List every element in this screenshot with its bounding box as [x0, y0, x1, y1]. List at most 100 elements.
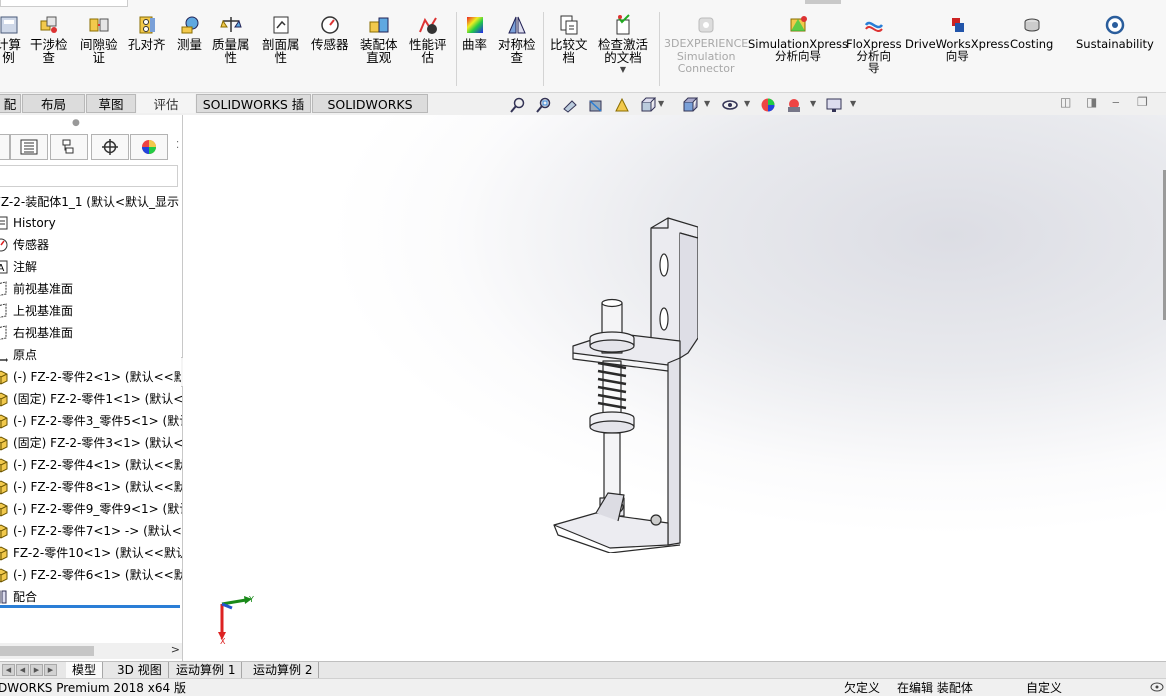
measure-button[interactable]: 测量: [177, 14, 202, 51]
tree-filter-input[interactable]: [0, 165, 178, 187]
curvature-button[interactable]: 曲率: [462, 14, 487, 51]
tree-item[interactable]: FZ-2-零件10<1> (默认<<默认: [0, 542, 182, 564]
assembly-root-node[interactable]: FZ-2-装配体1_1 (默认<默认_显示: [0, 193, 179, 210]
mass-properties-button[interactable]: 质量属 性: [212, 14, 250, 64]
zoom-to-area-icon[interactable]: [536, 97, 552, 113]
rebuild-status-icon[interactable]: [1150, 681, 1164, 693]
costing-button[interactable]: Costing: [1010, 14, 1053, 50]
tree-item[interactable]: (-) FZ-2-零件9_零件9<1> (默认: [0, 498, 182, 520]
check-active-doc-icon: [616, 14, 630, 35]
minimize-icon[interactable]: ‒: [1112, 95, 1120, 109]
zoom-to-fit-icon[interactable]: [510, 97, 526, 113]
tab-motion-study-1[interactable]: 运动算例 1: [170, 662, 243, 678]
definition-status: 欠定义: [844, 681, 881, 695]
tree-item[interactable]: 传感器: [0, 234, 49, 256]
tab-dimxpert-manager[interactable]: [91, 134, 129, 160]
previous-view-icon[interactable]: [562, 97, 578, 113]
prev-tab-icon[interactable]: ◀: [16, 664, 29, 676]
floxpress-icon: [864, 21, 883, 32]
next-tab-icon[interactable]: ▶: [30, 664, 43, 676]
tree-item-label: (-) FZ-2-零件4<1> (默认<<默: [13, 458, 183, 472]
view-settings-dropdown-icon[interactable]: ▼: [850, 99, 856, 108]
tree-item-label: 上视基准面: [13, 304, 74, 318]
check-active-doc-button[interactable]: 检查激活 的文档 ▼: [598, 14, 648, 74]
tree-item[interactable]: (-) FZ-2-零件8<1> (默认<<默: [0, 476, 182, 498]
interference-check-button[interactable]: 干涉检 查: [30, 14, 68, 64]
tab-sketch[interactable]: 草图: [86, 94, 136, 113]
tab-solidworks-mbd[interactable]: SOLIDWORKS MBD: [312, 94, 428, 131]
units-selector[interactable]: 自定义: [1026, 681, 1062, 696]
tab-feature-manager[interactable]: [0, 134, 10, 160]
tab-model[interactable]: 模型: [66, 662, 104, 678]
tab-solidworks-addins[interactable]: SOLIDWORKS 插件: [196, 94, 311, 131]
tree-item[interactable]: 右视基准面: [0, 322, 73, 344]
driveworksxpress-button[interactable]: DriveWorksXpress 向导: [905, 14, 1009, 62]
dynamic-annotation-icon[interactable]: [614, 97, 630, 113]
scroll-right-icon[interactable]: >: [171, 643, 180, 656]
tree-item[interactable]: (-) FZ-2-零件6<1> (默认<<默: [0, 564, 182, 586]
tree-item[interactable]: History: [0, 212, 56, 234]
view-orientation-icon[interactable]: [640, 97, 656, 113]
scrollbar-thumb[interactable]: [0, 646, 94, 656]
apply-scene-dropdown-icon[interactable]: ▼: [810, 99, 816, 108]
tab-configuration-manager[interactable]: [50, 134, 88, 160]
sensor-button[interactable]: 传感器: [311, 14, 349, 51]
compare-documents-button[interactable]: 比较文 档: [550, 14, 588, 64]
section-properties-button[interactable]: 剖面属 性: [262, 14, 300, 64]
reference-triad[interactable]: X Y: [216, 594, 256, 644]
tree-item[interactable]: (固定) FZ-2-零件1<1> (默认<<: [0, 388, 182, 410]
hide-show-dropdown-icon[interactable]: ▼: [744, 99, 750, 108]
performance-eval-button[interactable]: 性能评 估: [409, 14, 447, 64]
tree-item[interactable]: 前视基准面: [0, 278, 73, 300]
rollback-bar[interactable]: [0, 605, 180, 608]
3dx-connector-button[interactable]: 3DEXPERIENCE Simulation Connector: [664, 14, 748, 76]
apply-scene-icon[interactable]: [786, 97, 802, 113]
performance-eval-label: 性能评 估: [409, 37, 447, 65]
tree-item[interactable]: (固定) FZ-2-零件3<1> (默认<<: [0, 432, 182, 454]
clearance-verify-button[interactable]: 间隙验 证: [80, 14, 118, 64]
view-orientation-dropdown-icon[interactable]: ▼: [658, 99, 664, 108]
tree-item[interactable]: (-) FZ-2-零件7<1> -> (默认<: [0, 520, 182, 542]
simulationxpress-button[interactable]: SimulationXpress 分析向导: [748, 14, 848, 62]
curvature-label: 曲率: [462, 37, 488, 52]
mass-properties-label: 质量属 性: [212, 37, 250, 65]
edit-appearance-icon[interactable]: [760, 97, 776, 113]
more-tabs-icon[interactable]: ⁚: [176, 140, 179, 151]
display-style-dropdown-icon[interactable]: ▼: [704, 99, 710, 108]
panel-horizontal-scrollbar[interactable]: >: [0, 643, 182, 659]
tree-item[interactable]: (-) FZ-2-零件3_零件5<1> (默认: [0, 410, 182, 432]
graphics-viewport[interactable]: X Y: [183, 115, 1166, 661]
tab-layout[interactable]: 布局: [22, 94, 85, 113]
first-tab-icon[interactable]: ◀: [2, 664, 15, 676]
tab-motion-study-2[interactable]: 运动算例 2: [247, 662, 320, 678]
hole-alignment-button[interactable]: 孔对齐: [128, 14, 166, 51]
tree-item[interactable]: A 注解: [0, 256, 37, 278]
view-settings-icon[interactable]: [826, 97, 842, 113]
tab-display-manager[interactable]: [130, 134, 168, 160]
tree-item[interactable]: (-) FZ-2-零件2<1> (默认<<默: [0, 366, 182, 388]
tree-item[interactable]: 原点: [0, 344, 37, 366]
tab-property-manager[interactable]: [10, 134, 48, 160]
sustainability-button[interactable]: Sustainability: [1076, 14, 1154, 50]
symmetry-check-button[interactable]: 对称检 查: [498, 14, 536, 64]
panel-grip-icon[interactable]: ●: [72, 118, 80, 128]
restore-icon[interactable]: ❐: [1137, 95, 1148, 109]
tree-item[interactable]: (-) FZ-2-零件4<1> (默认<<默: [0, 454, 183, 476]
tab-evaluate[interactable]: 评估: [137, 94, 195, 113]
floxpress-button[interactable]: FloXpress 分析向 导: [846, 14, 902, 74]
display-style-icon[interactable]: [682, 97, 698, 113]
tree-item[interactable]: 上视基准面: [0, 300, 73, 322]
tab-3d-view[interactable]: 3D 视图: [111, 662, 169, 678]
panel-left-icon[interactable]: ◫: [1060, 95, 1071, 109]
panel-right-icon[interactable]: ◨: [1086, 95, 1097, 109]
tab-assembly[interactable]: 配体: [0, 94, 21, 131]
last-tab-icon[interactable]: ▶: [44, 664, 57, 676]
assemblyxpert-button[interactable]: 装配体 直观: [360, 14, 398, 64]
section-view-icon[interactable]: [588, 97, 604, 113]
hide-show-items-icon[interactable]: [722, 97, 738, 113]
calculate-button[interactable]: 计算 例: [0, 14, 21, 64]
check-active-doc-dropdown-icon[interactable]: ▼: [620, 66, 626, 74]
assembly-model[interactable]: [548, 213, 698, 553]
measure-icon: [181, 16, 198, 34]
svg-text:A: A: [0, 263, 5, 274]
